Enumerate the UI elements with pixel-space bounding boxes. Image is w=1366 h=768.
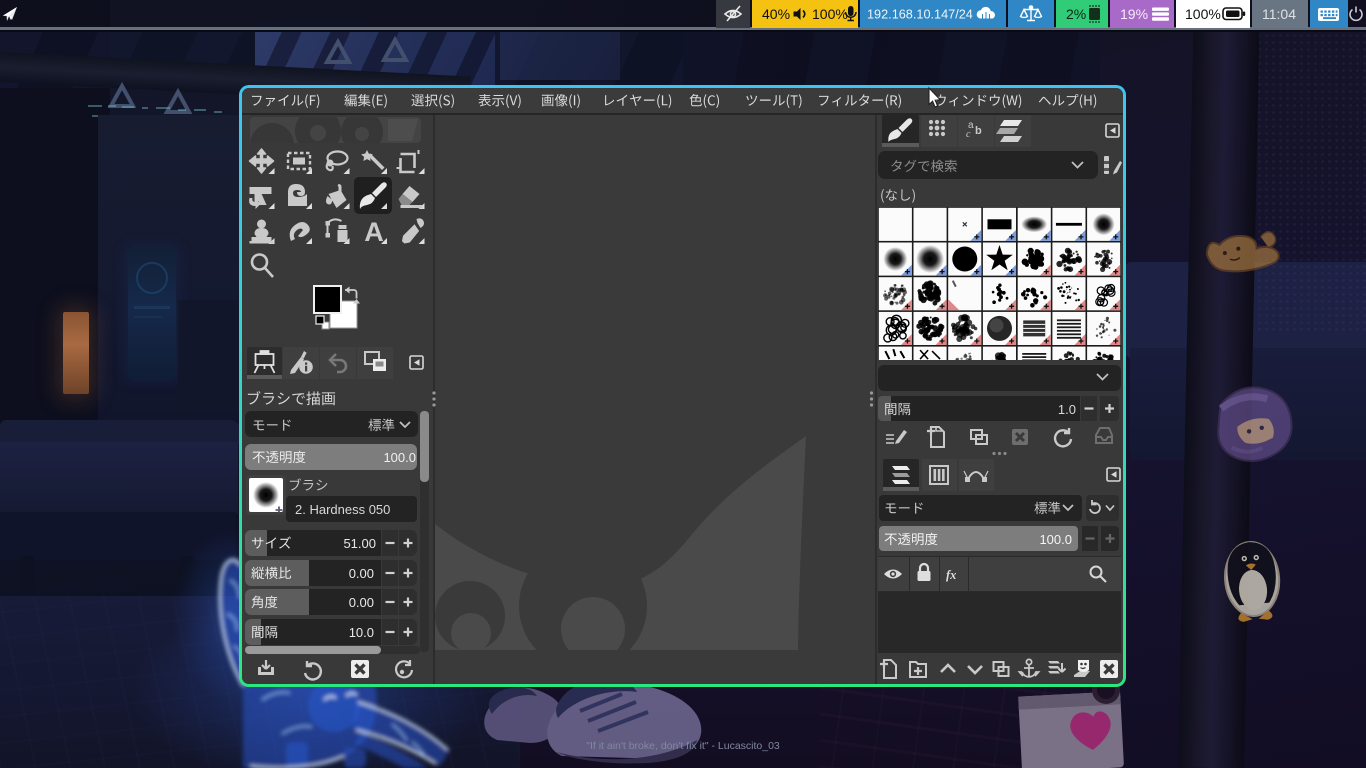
svg-text:192.168.10.147/24: 192.168.10.147/24 (867, 8, 973, 22)
svg-text:2%: 2% (1066, 6, 1086, 22)
svg-text:100%: 100% (812, 6, 848, 22)
svg-text:100%: 100% (1185, 6, 1221, 22)
svg-text:40%: 40% (762, 6, 790, 22)
svg-text:11:04: 11:04 (1262, 6, 1296, 22)
svg-text:19%: 19% (1120, 6, 1148, 22)
svg-text:"If it ain't broke, don't fix: "If it ain't broke, don't fix it" - Luca… (586, 740, 780, 752)
